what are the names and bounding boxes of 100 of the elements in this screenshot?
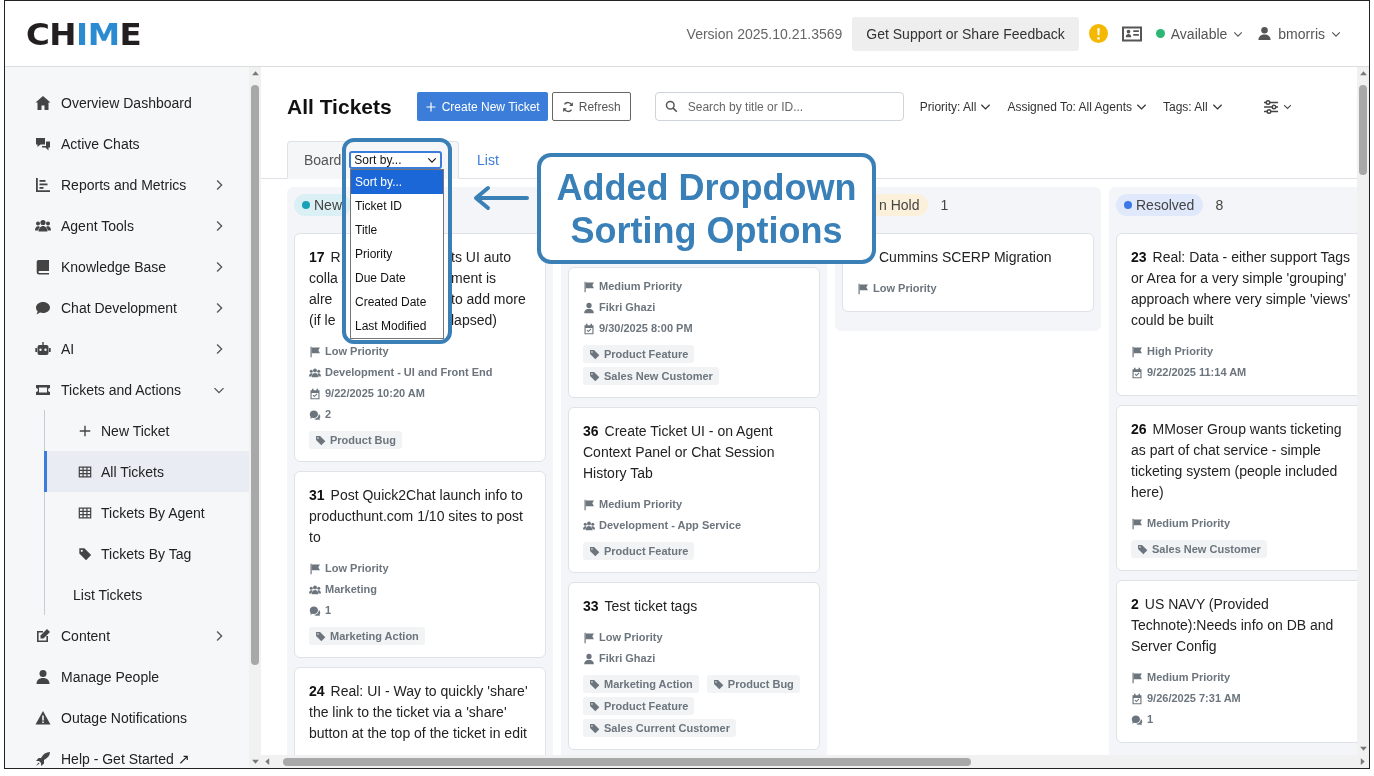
- ticket-card[interactable]: 26 MMoser Group wants ticketing as part of chat service - simple ticketing system (people included here) Medium Priority Sales New Customer: [1116, 405, 1357, 571]
- sidebar-item[interactable]: All Tickets: [44, 451, 249, 492]
- sidebar-item[interactable]: Tickets and Actions: [5, 369, 249, 410]
- sort-option[interactable]: Ticket ID: [351, 194, 443, 218]
- ticket-title-fragment: ts UI auto: [451, 248, 512, 267]
- user-icon: [1257, 26, 1273, 41]
- sort-select[interactable]: Sort by...: [349, 151, 442, 169]
- due-date: 9/26/2025 7:31 AM: [1147, 691, 1241, 706]
- sidebar-item[interactable]: Tickets By Agent: [45, 492, 249, 533]
- ticket-title[interactable]: 33 Test ticket tags: [583, 596, 805, 617]
- sort-option[interactable]: Last Modified: [351, 314, 443, 338]
- house-icon: [35, 94, 51, 111]
- scroll-left-arrow-icon: [263, 757, 272, 766]
- tag-icon: [315, 630, 326, 642]
- ticket-title-fragment: alre: [309, 290, 333, 309]
- ticket-card[interactable]: Cummins SCERP Migration Low Priority: [842, 233, 1094, 312]
- sidebar-item[interactable]: Chat Development: [5, 287, 249, 328]
- robot-icon: [35, 340, 51, 357]
- team-label: Marketing: [325, 582, 377, 597]
- flag-icon: [583, 280, 595, 293]
- scrollbar[interactable]: [249, 67, 261, 768]
- sidebar-item[interactable]: Manage People: [5, 656, 249, 697]
- scrollbar-thumb[interactable]: [251, 85, 259, 665]
- status-dropdown[interactable]: Available: [1155, 25, 1244, 42]
- ticket-card[interactable]: 2 US NAVY (Provided Technote):Needs info on DB and Server Config Medium Priority 9/26/2025 7:31 AM 1: [1116, 580, 1357, 743]
- priority-label: Medium Priority: [599, 497, 683, 512]
- people-icon: [309, 366, 321, 379]
- search-field[interactable]: Search by title or ID...: [654, 92, 904, 121]
- ticket-title[interactable]: 36 Create Ticket UI - on Agent Context Panel or Chat Session History Tab: [583, 421, 805, 484]
- sidebar-item[interactable]: Reports and Metrics: [5, 164, 249, 205]
- ticket-card[interactable]: 23 Real: Data - either support Tags or Area for a very simple 'grouping' approach where very simple 'views' could be built High Priority 9/22/2025 11:14 AM: [1116, 233, 1357, 396]
- plus-icon: [78, 423, 92, 438]
- scrollbar-thumb[interactable]: [1359, 85, 1367, 175]
- edit-icon: [35, 627, 51, 644]
- speech-bubble-icon: [35, 299, 51, 316]
- list-chart-icon: [35, 176, 51, 193]
- ticket-card[interactable]: Medium Priority Fikri Ghazi 9/30/2025 8:00 PM Product Feature Sales New Customer: [568, 267, 820, 398]
- filter-dropdown[interactable]: Tags: All: [1162, 99, 1223, 114]
- ticket-title[interactable]: 24 Real: UI - Way to quickly 'share' the link to the ticket via a 'share' button at the top of the ticket in edit: [309, 681, 531, 744]
- flag-icon: [1131, 671, 1143, 684]
- tag-icon: [315, 434, 326, 446]
- comments-icon: [309, 408, 321, 421]
- caret-icon: [427, 155, 437, 165]
- sidebar-item[interactable]: New Ticket: [45, 410, 249, 451]
- flag-icon: [1131, 345, 1143, 358]
- sort-option[interactable]: Sort by...: [351, 170, 443, 194]
- ticket-title[interactable]: 23 Real: Data - either support Tags or Area for a very simple 'grouping' approach where very simple 'views' could be built: [1131, 247, 1353, 331]
- column-count: 8: [1215, 197, 1224, 213]
- settings-button[interactable]: [1262, 98, 1292, 115]
- create-ticket-button[interactable]: Create New Ticket: [416, 92, 548, 121]
- priority-label: Medium Priority: [599, 279, 683, 294]
- ticket-card[interactable]: 24 Real: UI - Way to quickly 'share' the link to the ticket via a 'share' button at the top of the ticket in edit: [294, 667, 546, 755]
- sidebar-item[interactable]: Outage Notifications: [5, 697, 249, 738]
- ticket-id: 17: [309, 248, 325, 267]
- scroll-down-arrow-icon: [250, 757, 260, 766]
- filter-dropdown[interactable]: Assigned To: All Agents: [1007, 99, 1147, 114]
- scrollbar[interactable]: [1357, 67, 1369, 755]
- ticket-title[interactable]: 31 Post Quick2Chat launch info to producthunt.com 1/10 sites to post to: [309, 485, 531, 548]
- filter-dropdown[interactable]: Priority: All: [919, 99, 992, 114]
- tag-label: Product Feature: [604, 545, 689, 557]
- user-menu[interactable]: bmorris: [1257, 25, 1341, 42]
- priority-label: Medium Priority: [1147, 516, 1231, 531]
- sidebar-item[interactable]: Tickets By Tag: [45, 533, 249, 574]
- sidebar-item[interactable]: Help - Get Started ↗: [5, 738, 249, 768]
- sidebar-item[interactable]: Overview Dashboard: [5, 82, 249, 123]
- scrollbar-thumb[interactable]: [283, 757, 971, 766]
- column-title: Resolved: [1136, 197, 1195, 213]
- sidebar-item[interactable]: Agent Tools: [5, 205, 249, 246]
- flag-icon: [583, 498, 595, 511]
- people-icon: [583, 519, 595, 532]
- ticket-title[interactable]: 2 US NAVY (Provided Technote):Needs info on DB and Server Config: [1131, 594, 1353, 657]
- view-tab[interactable]: List: [459, 141, 517, 179]
- rocket-icon: [35, 750, 51, 767]
- sidebar-item[interactable]: Knowledge Base: [5, 246, 249, 287]
- due-date: 9/22/2025 11:14 AM: [1147, 365, 1247, 380]
- ticket-card[interactable]: 31 Post Quick2Chat launch info to producthunt.com 1/10 sites to post to Low Priority Marketing 1 Marketing Action: [294, 471, 546, 658]
- sidebar-item[interactable]: Active Chats: [5, 123, 249, 164]
- ticket-card[interactable]: 33 Test ticket tags Low Priority Fikri Ghazi Marketing Action Product Bug Product Feature Sales Current Customer: [568, 582, 820, 750]
- sort-option[interactable]: Created Date: [351, 290, 443, 314]
- due-date: 9/22/2025 10:20 AM: [325, 386, 425, 401]
- ticket-title[interactable]: Cummins SCERP Migration: [879, 247, 1079, 268]
- ticket-title[interactable]: 26 MMoser Group wants ticketing as part of chat service - simple ticketing system (people included here): [1131, 419, 1353, 503]
- ticket-title-fragment: ment is: [451, 269, 498, 288]
- table-icon: [78, 464, 92, 479]
- tag-label: Product Bug: [330, 434, 396, 446]
- flag-icon: [309, 345, 321, 358]
- scrollbar[interactable]: [261, 755, 1369, 768]
- sidebar-item[interactable]: AI: [5, 328, 249, 369]
- flag-icon: [1131, 517, 1143, 530]
- sort-option[interactable]: Due Date: [351, 266, 443, 290]
- support-button[interactable]: Get Support or Share Feedback: [852, 16, 1079, 51]
- ticket-card[interactable]: 36 Create Ticket UI - on Agent Context Panel or Chat Session History Tab Medium Priority Development - App Service Product Feature: [568, 407, 820, 573]
- team-label: Development - App Service: [599, 518, 742, 533]
- column-title: n Hold: [879, 197, 920, 213]
- sidebar-item[interactable]: Content: [5, 615, 249, 656]
- refresh-button[interactable]: Refresh: [551, 92, 631, 121]
- logo: CHIME: [26, 15, 142, 52]
- tag-label: Product Bug: [727, 678, 794, 690]
- sort-option[interactable]: Priority: [351, 242, 443, 266]
- sidebar-item[interactable]: List Tickets: [45, 574, 249, 615]
